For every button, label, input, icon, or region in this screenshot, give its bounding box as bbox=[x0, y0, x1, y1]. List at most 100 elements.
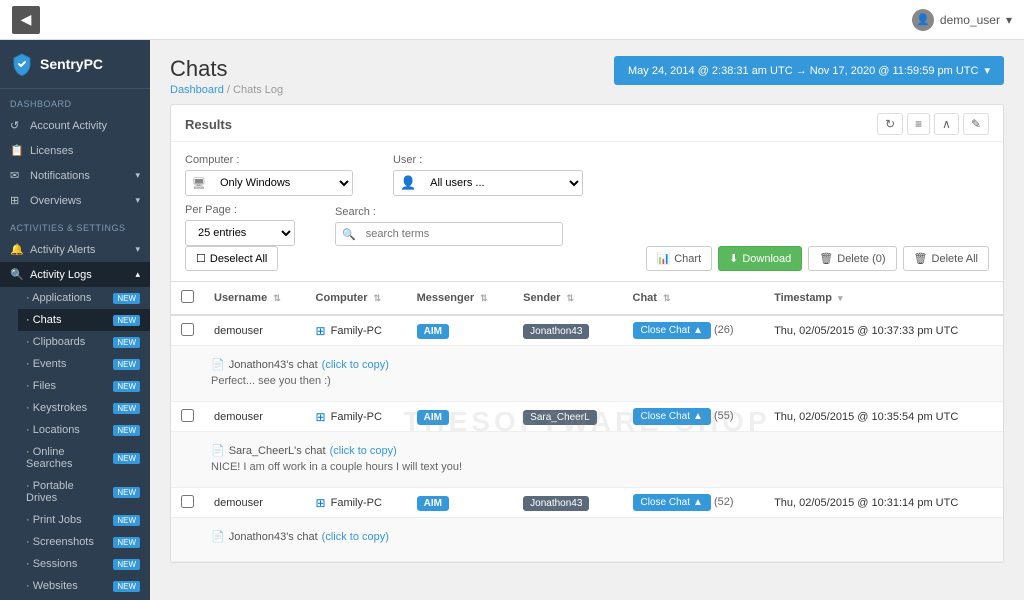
sessions-label: · Sessions bbox=[26, 558, 77, 570]
deselect-icon: ☐ bbox=[196, 252, 206, 265]
chat-count: (52) bbox=[714, 496, 734, 508]
table-row: demouser ⊞ Family-PC AIM Jonathon43 bbox=[171, 315, 1003, 346]
cell-messenger: AIM bbox=[407, 315, 514, 346]
sidebar-item-online-searches[interactable]: · Online Searches NEW bbox=[18, 441, 150, 475]
sidebar-item-keystrokes[interactable]: · Keystrokes NEW bbox=[18, 397, 150, 419]
expand-text: Perfect... see you then :) bbox=[211, 375, 983, 387]
copy-link[interactable]: (click to copy) bbox=[330, 445, 397, 457]
events-badge: NEW bbox=[113, 359, 140, 370]
sidebar-toggle-button[interactable]: ◀ bbox=[12, 6, 40, 34]
close-chat-chevron: ▲ bbox=[693, 497, 703, 508]
sender-badge: Sara_CheerL bbox=[523, 410, 596, 425]
computer-name: Family-PC bbox=[331, 325, 382, 337]
sidebar-item-overviews[interactable]: ⊞ Overviews ▾ bbox=[0, 188, 150, 213]
results-title: Results bbox=[185, 117, 232, 132]
download-button[interactable]: ⬇ Download bbox=[718, 246, 802, 271]
section-label-dashboard: DASHBOARD bbox=[0, 89, 150, 113]
computer-name: Family-PC bbox=[331, 411, 382, 423]
portable-drives-label: · Portable Drives bbox=[26, 480, 107, 504]
page-title: Chats bbox=[170, 56, 283, 82]
expand-content: 📄 Jonathon43's chat (click to copy) bbox=[181, 524, 993, 555]
copy-link[interactable]: (click to copy) bbox=[322, 359, 389, 371]
per-page-select[interactable]: 25 entries 50 entries 100 entries bbox=[185, 220, 295, 246]
cell-chat: Close Chat ▲ (26) bbox=[623, 315, 765, 346]
sidebar-item-events[interactable]: · Events NEW bbox=[18, 353, 150, 375]
delete-all-button[interactable]: 🗑 Delete All bbox=[903, 246, 989, 271]
edit-button[interactable]: ✎ bbox=[963, 113, 989, 135]
activity-logs-submenu: · Applications NEW · Chats NEW · Clipboa… bbox=[0, 287, 150, 600]
sidebar-item-clipboards[interactable]: · Clipboards NEW bbox=[18, 331, 150, 353]
sidebar-logo[interactable]: SentryPC bbox=[0, 40, 150, 89]
cell-timestamp: Thu, 02/05/2015 @ 10:31:14 pm UTC bbox=[764, 488, 1003, 518]
filter-row: Computer : 🖥 Only Windows All Computers … bbox=[171, 142, 1003, 196]
refresh-button[interactable]: ↻ bbox=[877, 113, 903, 135]
actions-right: 📊 Chart ⬇ Download 🗑 Delete (0) 🗑 bbox=[646, 246, 989, 271]
filter-row2: Per Page : 25 entries 50 entries 100 ent… bbox=[171, 196, 1003, 246]
sidebar-section-dashboard: DASHBOARD ↺ Account Activity 📋 Licenses … bbox=[0, 89, 150, 213]
sidebar-item-chats[interactable]: · Chats NEW bbox=[18, 309, 150, 331]
close-chat-chevron: ▲ bbox=[693, 411, 703, 422]
computer-sort-icon: ⇅ bbox=[374, 293, 382, 303]
clipboards-label: · Clipboards bbox=[26, 336, 85, 348]
chart-button[interactable]: 📊 Chart bbox=[646, 246, 713, 271]
computer-select[interactable]: Only Windows All Computers bbox=[212, 171, 352, 195]
row-checkbox[interactable] bbox=[181, 409, 194, 422]
sidebar-item-screenshots[interactable]: · Screenshots NEW bbox=[18, 531, 150, 553]
sidebar-item-files[interactable]: · Files NEW bbox=[18, 375, 150, 397]
row-checkbox[interactable] bbox=[181, 323, 194, 336]
date-range-button[interactable]: May 24, 2014 @ 2:38:31 am UTC → Nov 17, … bbox=[614, 56, 1004, 85]
cell-computer: ⊞ Family-PC bbox=[306, 488, 407, 518]
user-filter-group: User : 👤 All users ... bbox=[393, 154, 583, 196]
select-all-checkbox[interactable] bbox=[181, 290, 194, 303]
chart-label: Chart bbox=[674, 253, 701, 265]
username-label: demo_user bbox=[940, 13, 1000, 27]
sidebar-item-websites[interactable]: · Websites NEW bbox=[18, 575, 150, 597]
sidebar-item-activity-alerts[interactable]: 🔔 Activity Alerts ▾ bbox=[0, 237, 150, 262]
deselect-all-button[interactable]: ☐ Deselect All bbox=[185, 246, 278, 271]
delete-icon: 🗑 bbox=[819, 252, 833, 265]
delete-button[interactable]: 🗑 Delete (0) bbox=[808, 246, 896, 271]
download-label: Download bbox=[742, 253, 791, 265]
collapse-button[interactable]: ∧ bbox=[934, 113, 959, 135]
topbar: ◀ 👤 demo_user ▾ bbox=[0, 0, 1024, 40]
user-select[interactable]: All users ... bbox=[422, 171, 582, 195]
sidebar-item-applications[interactable]: · Applications NEW bbox=[18, 287, 150, 309]
close-chat-button[interactable]: Close Chat ▲ bbox=[633, 322, 711, 339]
expand-title: 📄 Jonathon43's chat (click to copy) bbox=[211, 530, 983, 543]
cell-username: demouser bbox=[204, 488, 306, 518]
cell-chat: Close Chat ▲ (55) bbox=[623, 402, 765, 432]
table-row: demouser ⊞ Family-PC AIM Jonathon43 bbox=[171, 488, 1003, 518]
row-checkbox[interactable] bbox=[181, 495, 194, 508]
sentrypc-logo-icon bbox=[10, 52, 34, 76]
sidebar-item-portable-drives[interactable]: · Portable Drives NEW bbox=[18, 475, 150, 509]
account-activity-icon: ↺ bbox=[10, 119, 24, 132]
sidebar-item-print-jobs[interactable]: · Print Jobs NEW bbox=[18, 509, 150, 531]
search-input[interactable] bbox=[362, 223, 562, 245]
user-menu[interactable]: 👤 demo_user ▾ bbox=[912, 9, 1012, 31]
sidebar-item-account-activity[interactable]: ↺ Account Activity bbox=[0, 113, 150, 138]
cell-timestamp: Thu, 02/05/2015 @ 10:37:33 pm UTC bbox=[764, 315, 1003, 346]
breadcrumb-home-link[interactable]: Dashboard bbox=[170, 84, 224, 96]
aim-badge: AIM bbox=[417, 496, 449, 511]
sidebar-item-notifications[interactable]: ✉ Notifications ▾ bbox=[0, 163, 150, 188]
close-chat-button[interactable]: Close Chat ▲ bbox=[633, 408, 711, 425]
sidebar-item-activity-logs[interactable]: 🔍 Activity Logs ▴ bbox=[0, 262, 150, 287]
screenshots-label: · Screenshots bbox=[26, 536, 94, 548]
activity-alerts-icon: 🔔 bbox=[10, 243, 24, 256]
sidebar-item-label: Notifications bbox=[30, 170, 90, 182]
list-view-button[interactable]: ≡ bbox=[907, 113, 930, 135]
expand-chat-owner: Jonathon43's chat bbox=[229, 359, 318, 371]
activity-logs-icon: 🔍 bbox=[10, 268, 24, 281]
close-chat-button[interactable]: Close Chat ▲ bbox=[633, 494, 711, 511]
licenses-icon: 📋 bbox=[10, 144, 24, 157]
copy-link[interactable]: (click to copy) bbox=[322, 531, 389, 543]
cell-sender: Jonathon43 bbox=[513, 315, 622, 346]
keystrokes-label: · Keystrokes bbox=[26, 402, 87, 414]
sidebar-item-sessions[interactable]: · Sessions NEW bbox=[18, 553, 150, 575]
actions-row: ☐ Deselect All 📊 Chart ⬇ Download bbox=[171, 246, 1003, 281]
sidebar-item-licenses[interactable]: 📋 Licenses bbox=[0, 138, 150, 163]
date-range-chevron-icon: ▾ bbox=[984, 64, 990, 77]
sidebar-item-locations[interactable]: · Locations NEW bbox=[18, 419, 150, 441]
websites-label: · Websites bbox=[26, 580, 78, 592]
username-sort-icon: ⇅ bbox=[273, 293, 281, 303]
